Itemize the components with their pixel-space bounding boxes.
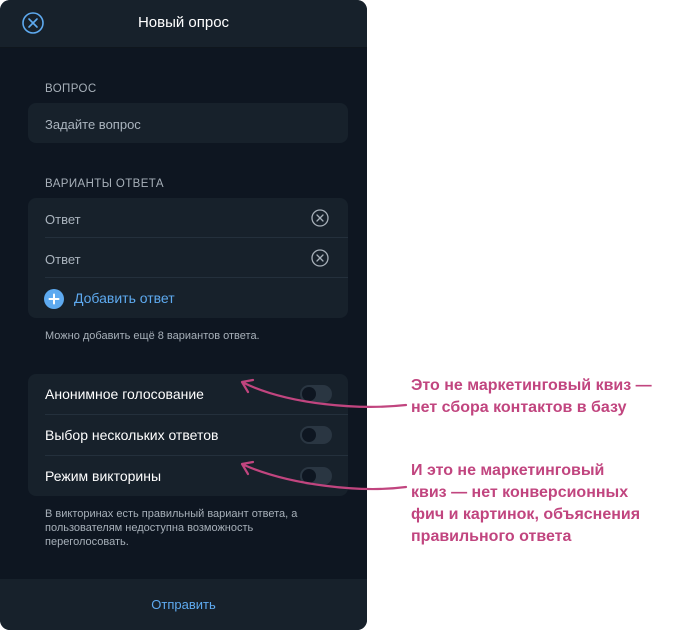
annotation-text-2: И это не маркетинговый квиз — нет конвер… [411,460,640,548]
annotation-line: правильного ответа [411,528,572,545]
annotation-text-1: Это не маркетинговый квиз — нет сбора ко… [411,375,652,419]
annotation-line: И это не маркетинговый [411,462,605,479]
arrow-line [242,463,408,491]
annotation-line: Это не маркетинговый квиз — [411,377,652,394]
annotation-line: фич и картинок, объяснения [411,506,641,523]
annotation-line: квиз — нет конверсионных [411,484,629,501]
annotation-line: нет сбора контактов в базу [411,399,627,416]
arrow-line [242,381,408,408]
